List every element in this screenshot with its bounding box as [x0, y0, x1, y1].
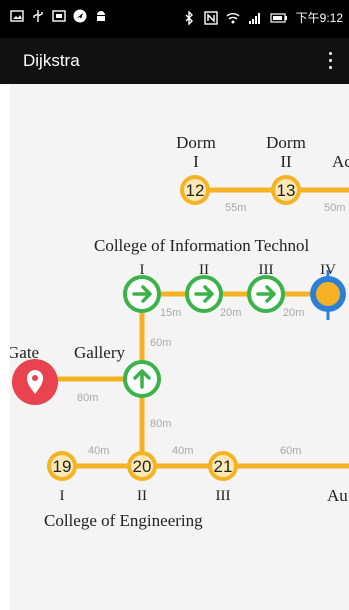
gallery-node[interactable]: [123, 360, 161, 398]
distance-20-21: 40m: [172, 445, 193, 457]
app-screen: 下午9:12 Dijkstra 55m 50m 15m 20m 20m 60m …: [0, 0, 349, 610]
status-bar: 下午9:12: [0, 0, 349, 38]
node-19-number: 19: [53, 457, 72, 476]
screenshot-icon: [52, 10, 66, 22]
station-node-21[interactable]: 21: [208, 451, 238, 481]
status-time: 下午9:12: [295, 11, 343, 25]
wifi-icon: [226, 12, 240, 23]
gallery-label: Gallery: [74, 343, 125, 362]
android-icon: [97, 11, 105, 21]
node-12-top-label: Dorm: [176, 133, 216, 152]
node-20-roman: II: [137, 488, 147, 504]
info-tech-node-4[interactable]: [310, 270, 346, 320]
bluetooth-icon: [185, 10, 193, 25]
app-bar: Dijkstra: [0, 38, 349, 84]
battery-icon: [270, 12, 287, 23]
more-options-button[interactable]: [323, 48, 337, 72]
gate-node[interactable]: [12, 359, 58, 405]
usb-icon: [33, 10, 43, 22]
route-lines: [37, 187, 349, 469]
app-title: Dijkstra: [23, 51, 80, 70]
campus-route-map[interactable]: 55m 50m 15m 20m 20m 60m 80m 80m 40m 40m …: [10, 84, 349, 610]
top-right-cutoff-label: Ac: [332, 152, 349, 171]
image-icon: [10, 10, 24, 22]
node-13-top-label: Dorm: [266, 133, 306, 152]
node-21-roman: III: [216, 488, 231, 504]
more-vert-icon: [328, 51, 332, 55]
node-19-roman: I: [60, 488, 65, 504]
info-tech-node-3[interactable]: [247, 275, 285, 313]
more-vert-icon-dot: [328, 58, 332, 62]
node-20-number: 20: [133, 457, 152, 476]
status-right-icons: 下午9:12: [182, 9, 343, 26]
distance-19-20: 40m: [88, 445, 109, 457]
signal-icon: [248, 12, 260, 24]
station-node-19[interactable]: 19: [47, 451, 77, 481]
nfc-icon: [203, 10, 218, 25]
campus-map-canvas[interactable]: 55m 50m 15m 20m 20m 60m 80m 80m 40m 40m …: [10, 84, 349, 610]
node-21-number: 21: [214, 457, 233, 476]
college-info-tech-label: College of Information Technol: [94, 236, 309, 255]
distance-gallery-20: 80m: [150, 418, 171, 430]
distance-info-3-4: 20m: [283, 307, 304, 319]
station-node-20[interactable]: 20: [127, 451, 157, 481]
distance-info-2-3: 20m: [220, 307, 241, 319]
node-13-number: 13: [277, 181, 296, 200]
node-13-roman: II: [280, 152, 292, 171]
distance-12-13: 55m: [225, 202, 246, 214]
node-12-roman: I: [193, 152, 199, 171]
distance-gate-gallery: 80m: [77, 392, 98, 404]
station-node-12[interactable]: 12: [180, 175, 210, 205]
distance-21-next: 60m: [280, 445, 301, 457]
distance-info-gallery: 60m: [150, 337, 171, 349]
status-left-icons: [10, 9, 108, 23]
node-12-number: 12: [186, 181, 205, 200]
station-node-13[interactable]: 13: [271, 175, 301, 205]
distance-info-1-2: 15m: [160, 307, 181, 319]
college-engineering-label: College of Engineering: [44, 511, 203, 530]
bottom-right-cutoff-label: Au: [327, 486, 348, 505]
more-vert-icon-dot: [328, 65, 332, 69]
info-tech-node-1[interactable]: [123, 275, 161, 313]
navigation-icon: [73, 9, 87, 23]
distance-13-next: 50m: [324, 202, 345, 214]
info-tech-node-2[interactable]: [185, 275, 223, 313]
